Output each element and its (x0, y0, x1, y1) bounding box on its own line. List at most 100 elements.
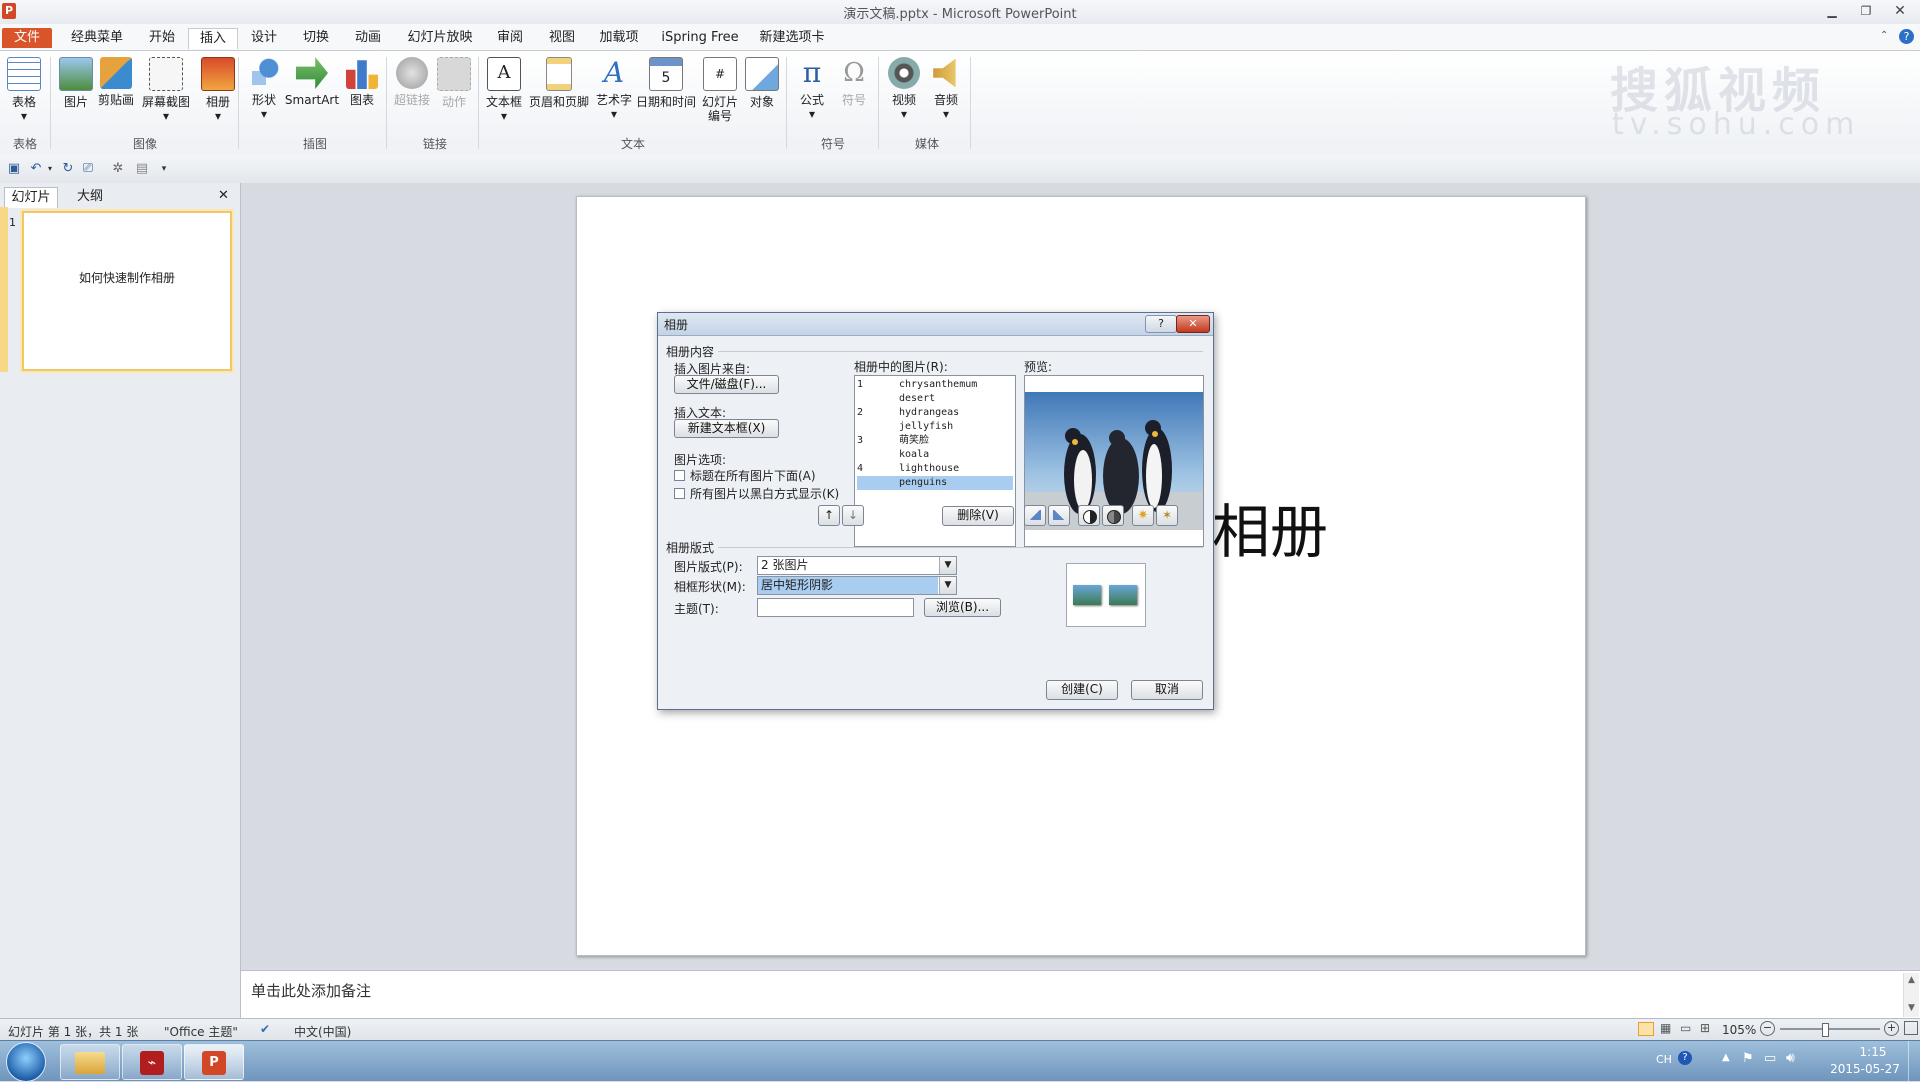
tab-home[interactable]: 开始 (142, 28, 182, 48)
delete-picture-button[interactable]: 删除(V) (942, 506, 1014, 526)
start-button[interactable] (6, 1042, 46, 1082)
help-icon[interactable]: ? (1899, 29, 1914, 44)
clock-time[interactable]: 1:15 (1838, 1045, 1908, 1059)
list-item-selected[interactable]: penguins (857, 476, 1013, 490)
textbox-button[interactable]: A 文本框 ▾ (482, 57, 526, 123)
fit-window-icon[interactable] (1904, 1021, 1918, 1035)
move-up-button[interactable]: ↑ (818, 505, 840, 526)
tray-expand-icon[interactable]: ▲ (1722, 1052, 1730, 1063)
clipart-button[interactable]: 剪贴画 (94, 57, 138, 107)
list-item[interactable]: desert (857, 392, 1013, 406)
zoom-slider[interactable] (1780, 1028, 1880, 1030)
symbol-button[interactable]: Ω 符号 (832, 57, 876, 107)
picture-layout-select[interactable]: 2 张图片 ▼ (757, 556, 957, 575)
dialog-close-button[interactable]: ✕ (1176, 315, 1210, 333)
cancel-button[interactable]: 取消 (1131, 680, 1203, 700)
notes-scrollbar[interactable]: ▲ ▼ (1903, 973, 1919, 1017)
tab-transitions[interactable]: 切换 (296, 28, 336, 48)
redo-icon[interactable]: ↻ (60, 161, 76, 177)
list-item[interactable]: 1 chrysanthemum (857, 378, 1013, 392)
action-button[interactable]: 动作 (432, 57, 476, 109)
collapse-ribbon-icon[interactable]: ⌃ (1880, 30, 1888, 41)
table-button[interactable]: 表格 ▾ (2, 57, 46, 123)
close-window-button[interactable]: ✕ (1888, 2, 1912, 20)
zoom-in-icon[interactable]: + (1884, 1021, 1899, 1036)
slide-number-button[interactable]: # 幻灯片编号 (698, 57, 742, 123)
list-item[interactable]: 2 hydrangeas (857, 406, 1013, 420)
tab-slideshow[interactable]: 幻灯片放映 (400, 28, 480, 48)
picture-button[interactable]: 图片 (54, 57, 98, 109)
video-button[interactable]: 视频 ▾ (882, 57, 926, 121)
shapes-button[interactable]: 形状 ▾ (242, 57, 286, 121)
slideshow-view-icon[interactable]: ⊞ (1700, 1021, 1710, 1035)
close-pane-icon[interactable]: ✕ (218, 188, 229, 203)
tool-icon[interactable]: ✲ (110, 161, 126, 177)
format-icon[interactable]: ▤ (134, 161, 150, 177)
spellcheck-icon[interactable]: ✔ (260, 1022, 270, 1036)
slide-title[interactable]: 相册 (1212, 485, 1328, 569)
tab-file[interactable]: 文件 (2, 28, 52, 48)
zoom-thumb[interactable] (1822, 1023, 1829, 1037)
caption-below-label[interactable]: 标题在所有图片下面(A) (690, 467, 816, 484)
tab-new[interactable]: 新建选项卡 (756, 28, 828, 48)
tab-insert[interactable]: 插入 (188, 28, 238, 49)
move-down-button[interactable]: ↓ (842, 505, 864, 526)
slideshow-start-icon[interactable]: ⎚ (80, 161, 96, 177)
reading-view-icon[interactable]: ▭ (1680, 1021, 1691, 1035)
input-language[interactable]: CH (1656, 1053, 1672, 1066)
black-white-label[interactable]: 所有图片以黑白方式显示(K) (690, 485, 839, 502)
tab-outline[interactable]: 大纲 (62, 187, 118, 207)
dialog-help-button[interactable]: ? (1145, 315, 1177, 333)
tab-slides[interactable]: 幻灯片 (4, 187, 58, 208)
show-desktop-button[interactable] (1908, 1041, 1920, 1081)
header-footer-button[interactable]: 页眉和页脚 (526, 57, 592, 109)
contrast-up-button[interactable] (1078, 505, 1100, 526)
new-textbox-button[interactable]: 新建文本框(X) (674, 419, 779, 438)
battery-icon[interactable]: ▭ (1764, 1051, 1776, 1066)
tab-review[interactable]: 审阅 (490, 28, 530, 48)
wordart-button[interactable]: A 艺术字 ▾ (592, 57, 636, 122)
tab-classic-menu[interactable]: 经典菜单 (64, 28, 130, 48)
network-icon[interactable]: ⚑ (1742, 1051, 1754, 1066)
zoom-level[interactable]: 105% (1722, 1023, 1756, 1037)
smartart-button[interactable]: SmartArt (284, 57, 340, 107)
rotate-left-button[interactable] (1024, 505, 1046, 526)
tab-design[interactable]: 设计 (244, 28, 284, 48)
browse-button[interactable]: 浏览(B)... (924, 598, 1001, 617)
theme-input[interactable] (757, 598, 914, 617)
tab-ispring[interactable]: iSpring Free (656, 28, 744, 48)
object-button[interactable]: 对象 (740, 57, 784, 109)
slide-thumbnail[interactable]: 如何快速制作相册 (22, 211, 232, 371)
create-button[interactable]: 创建(C) (1046, 680, 1118, 700)
screenshot-button[interactable]: 屏幕截图 ▾ (140, 57, 192, 123)
minimize-button[interactable]: ▁ (1820, 2, 1844, 20)
notes-pane[interactable]: 单击此处添加备注 ▲ ▼ (241, 970, 1920, 1019)
ime-help-icon[interactable]: ? (1678, 1051, 1692, 1065)
tab-animations[interactable]: 动画 (348, 28, 388, 48)
audio-button[interactable]: 音频 ▾ (924, 57, 968, 121)
photo-album-button[interactable]: 相册 ▾ (196, 57, 240, 123)
frame-shape-select[interactable]: 居中矩形阴影 ▼ (757, 576, 957, 595)
file-disk-button[interactable]: 文件/磁盘(F)... (674, 375, 779, 394)
undo-dropdown-icon[interactable]: ▾ (42, 161, 58, 177)
zoom-out-icon[interactable]: − (1760, 1021, 1775, 1036)
brightness-up-button[interactable]: ✷ (1132, 505, 1154, 526)
hyperlink-button[interactable]: 超链接 (390, 57, 434, 107)
tab-addins[interactable]: 加载项 (594, 28, 644, 48)
customize-qat-icon[interactable]: ▾ (156, 161, 172, 177)
date-time-button[interactable]: 5 日期和时间 (636, 57, 696, 109)
list-item[interactable]: 4 lighthouse (857, 462, 1013, 476)
volume-icon[interactable]: 🔊︎ (1786, 1050, 1795, 1066)
contrast-down-button[interactable] (1102, 505, 1124, 526)
list-item[interactable]: 3 萌笑脸 (857, 434, 1013, 448)
rotate-right-button[interactable] (1048, 505, 1070, 526)
tab-view[interactable]: 视图 (542, 28, 582, 48)
taskbar-powerpoint[interactable]: P (184, 1044, 244, 1080)
brightness-down-button[interactable]: ✶ (1156, 505, 1178, 526)
save-icon[interactable]: ▣ (6, 161, 22, 177)
list-item[interactable]: jellyfish (857, 420, 1013, 434)
black-white-checkbox[interactable] (674, 488, 685, 499)
list-item[interactable]: koala (857, 448, 1013, 462)
taskbar-pdf-reader[interactable]: ⌁ (122, 1044, 182, 1080)
equation-button[interactable]: π 公式 ▾ (790, 57, 834, 122)
